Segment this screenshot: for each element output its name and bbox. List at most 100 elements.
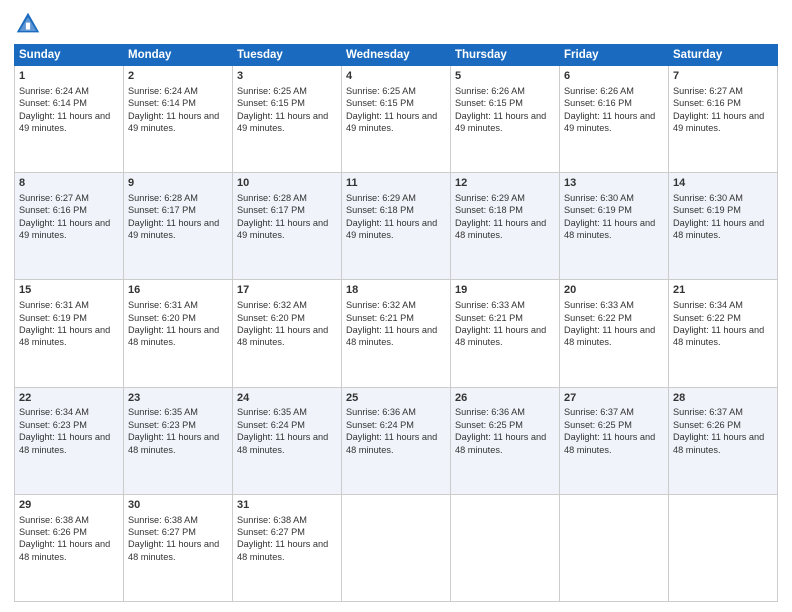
calendar-cell: 22Sunrise: 6:34 AM Sunset: 6:23 PM Dayligh…: [15, 387, 124, 494]
day-of-week-header: Thursday: [451, 45, 560, 66]
calendar-cell: 1Sunrise: 6:24 AMSunset: 6:14 PMDaylight…: [15, 66, 124, 173]
day-of-week-header: Tuesday: [233, 45, 342, 66]
sunrise: Sunrise: 6:37 AM: [564, 407, 634, 417]
daylight: Daylight: 11 hours and 48 minutes.: [237, 432, 328, 454]
day-number: 7: [673, 69, 773, 84]
sunrise: Sunrise: 6:25 AM: [237, 86, 307, 96]
sunrise: Sunrise: 6:25 AM: [346, 86, 416, 96]
sunrise: Sunrise: 6:31 AM: [19, 300, 89, 310]
day-number: 29: [19, 498, 119, 513]
daylight: Daylight: 11 hours and 48 minutes.: [564, 325, 655, 347]
sunrise: Sunrise: 6:30 AM: [673, 193, 743, 203]
day-number: 22: [19, 391, 119, 406]
calendar-cell: 28Sunrise: 6:37 AMSunset: 6:26 PMDayligh…: [669, 387, 778, 494]
sunrise: Sunrise: 6:32 AM: [237, 300, 307, 310]
sunset: Sunset: 6:20 PM: [128, 313, 196, 323]
sunset: Sunset: 6:26 PM: [19, 527, 87, 537]
sunset: Sunset: 6:16 PM: [673, 98, 741, 108]
daylight: Daylight: 11 hours and 49 minutes.: [19, 111, 110, 133]
sunrise: Sunrise: 6:36 AM: [346, 407, 416, 417]
sunset: Sunset: 6:16 PM: [19, 205, 87, 215]
sunset: Sunset: 6:22 PM: [564, 313, 632, 323]
sunrise: Sunrise: 6:36 AM: [455, 407, 525, 417]
calendar-cell: 27Sunrise: 6:37 AMSunset: 6:25 PMDayligh…: [560, 387, 669, 494]
sunset: Sunset: 6:14 PM: [128, 98, 196, 108]
daylight: Daylight: 11 hours and 48 minutes.: [128, 325, 219, 347]
sunrise: Sunrise: 6:38 AM: [237, 515, 307, 525]
sunrise: Sunrise: 6:27 AM: [673, 86, 743, 96]
calendar-cell: 17Sunrise: 6:32 AMSunset: 6:20 PMDayligh…: [233, 280, 342, 387]
calendar-cell: 4Sunrise: 6:25 AMSunset: 6:15 PMDaylight…: [342, 66, 451, 173]
daylight: Daylight: 11 hours and 48 minutes.: [346, 432, 437, 454]
sunrise: Sunrise: 6:33 AM: [564, 300, 634, 310]
sunrise: Sunrise: 6:31 AM: [128, 300, 198, 310]
sunset: Sunset: 6:18 PM: [346, 205, 414, 215]
sunset: Sunset: 6:24 PM: [346, 420, 414, 430]
sunrise: Sunrise: 6:38 AM: [19, 515, 89, 525]
day-number: 20: [564, 283, 664, 298]
calendar-cell: 29 Sunrise: 6:38 AM Sunset: 6:26 PM Dayligh…: [15, 494, 124, 601]
calendar-cell: 7Sunrise: 6:27 AMSunset: 6:16 PMDaylight…: [669, 66, 778, 173]
daylight: Daylight: 11 hours and 49 minutes.: [19, 218, 110, 240]
calendar-cell: 20 Sunrise: 6:33 AM Sunset: 6:22 PM Dayligh…: [560, 280, 669, 387]
calendar-cell: 14Sunrise: 6:30 AMSunset: 6:19 PMDayligh…: [669, 173, 778, 280]
sunrise: Sunrise: 6:32 AM: [346, 300, 416, 310]
daylight: Daylight: 11 hours and 48 minutes.: [19, 539, 110, 561]
day-number: 21: [673, 283, 773, 298]
calendar-cell: 15 Sunrise: 6:31 AM Sunset: 6:19 PM Dayligh…: [15, 280, 124, 387]
daylight: Daylight: 11 hours and 48 minutes.: [346, 325, 437, 347]
sunset: Sunset: 6:25 PM: [455, 420, 523, 430]
sunset: Sunset: 6:24 PM: [237, 420, 305, 430]
day-number: 28: [673, 391, 773, 406]
sunrise: Sunrise: 6:26 AM: [564, 86, 634, 96]
calendar-cell: [342, 494, 451, 601]
calendar-cell: [560, 494, 669, 601]
day-of-week-header: Sunday: [15, 45, 124, 66]
sunset: Sunset: 6:22 PM: [673, 313, 741, 323]
calendar-cell: 2Sunrise: 6:24 AMSunset: 6:14 PMDaylight…: [124, 66, 233, 173]
day-number: 25: [346, 391, 446, 406]
sunset: Sunset: 6:15 PM: [237, 98, 305, 108]
sunset: Sunset: 6:23 PM: [19, 420, 87, 430]
calendar-cell: 12Sunrise: 6:29 AMSunset: 6:18 PMDayligh…: [451, 173, 560, 280]
calendar-cell: 6Sunrise: 6:26 AMSunset: 6:16 PMDaylight…: [560, 66, 669, 173]
sunrise: Sunrise: 6:35 AM: [237, 407, 307, 417]
sunset: Sunset: 6:19 PM: [19, 313, 87, 323]
logo: [14, 10, 46, 38]
calendar-cell: 8Sunrise: 6:27 AMSunset: 6:16 PMDaylight…: [15, 173, 124, 280]
daylight: Daylight: 11 hours and 49 minutes.: [128, 111, 219, 133]
calendar-cell: [451, 494, 560, 601]
calendar-cell: 16Sunrise: 6:31 AMSunset: 6:20 PMDayligh…: [124, 280, 233, 387]
sunset: Sunset: 6:27 PM: [237, 527, 305, 537]
sunrise: Sunrise: 6:30 AM: [564, 193, 634, 203]
day-number: 3: [237, 69, 337, 84]
calendar-cell: 9Sunrise: 6:28 AMSunset: 6:17 PMDaylight…: [124, 173, 233, 280]
daylight: Daylight: 11 hours and 48 minutes.: [673, 325, 764, 347]
day-number: 30: [128, 498, 228, 513]
calendar-cell: 30Sunrise: 6:38 AMSunset: 6:27 PMDayligh…: [124, 494, 233, 601]
sunrise: Sunrise: 6:34 AM: [19, 407, 89, 417]
day-number: 4: [346, 69, 446, 84]
daylight: Daylight: 11 hours and 48 minutes.: [673, 218, 764, 240]
sunset: Sunset: 6:27 PM: [128, 527, 196, 537]
calendar-cell: 11Sunrise: 6:29 AMSunset: 6:18 PMDayligh…: [342, 173, 451, 280]
day-number: 17: [237, 283, 337, 298]
calendar-cell: 5Sunrise: 6:26 AMSunset: 6:15 PMDaylight…: [451, 66, 560, 173]
calendar-cell: 21 Sunrise: 6:34 AM Sunset: 6:22 PM Dayligh…: [669, 280, 778, 387]
sunrise: Sunrise: 6:28 AM: [128, 193, 198, 203]
sunrise: Sunrise: 6:34 AM: [673, 300, 743, 310]
calendar-cell: [669, 494, 778, 601]
day-number: 10: [237, 176, 337, 191]
day-number: 13: [564, 176, 664, 191]
day-number: 15: [19, 283, 119, 298]
sunset: Sunset: 6:25 PM: [564, 420, 632, 430]
sunrise: Sunrise: 6:28 AM: [237, 193, 307, 203]
day-number: 12: [455, 176, 555, 191]
sunset: Sunset: 6:26 PM: [673, 420, 741, 430]
calendar-cell: 19Sunrise: 6:33 AMSunset: 6:21 PMDayligh…: [451, 280, 560, 387]
daylight: Daylight: 11 hours and 48 minutes.: [19, 432, 110, 454]
day-number: 8: [19, 176, 119, 191]
daylight: Daylight: 11 hours and 48 minutes.: [19, 325, 110, 347]
day-number: 23: [128, 391, 228, 406]
header: [14, 10, 778, 38]
